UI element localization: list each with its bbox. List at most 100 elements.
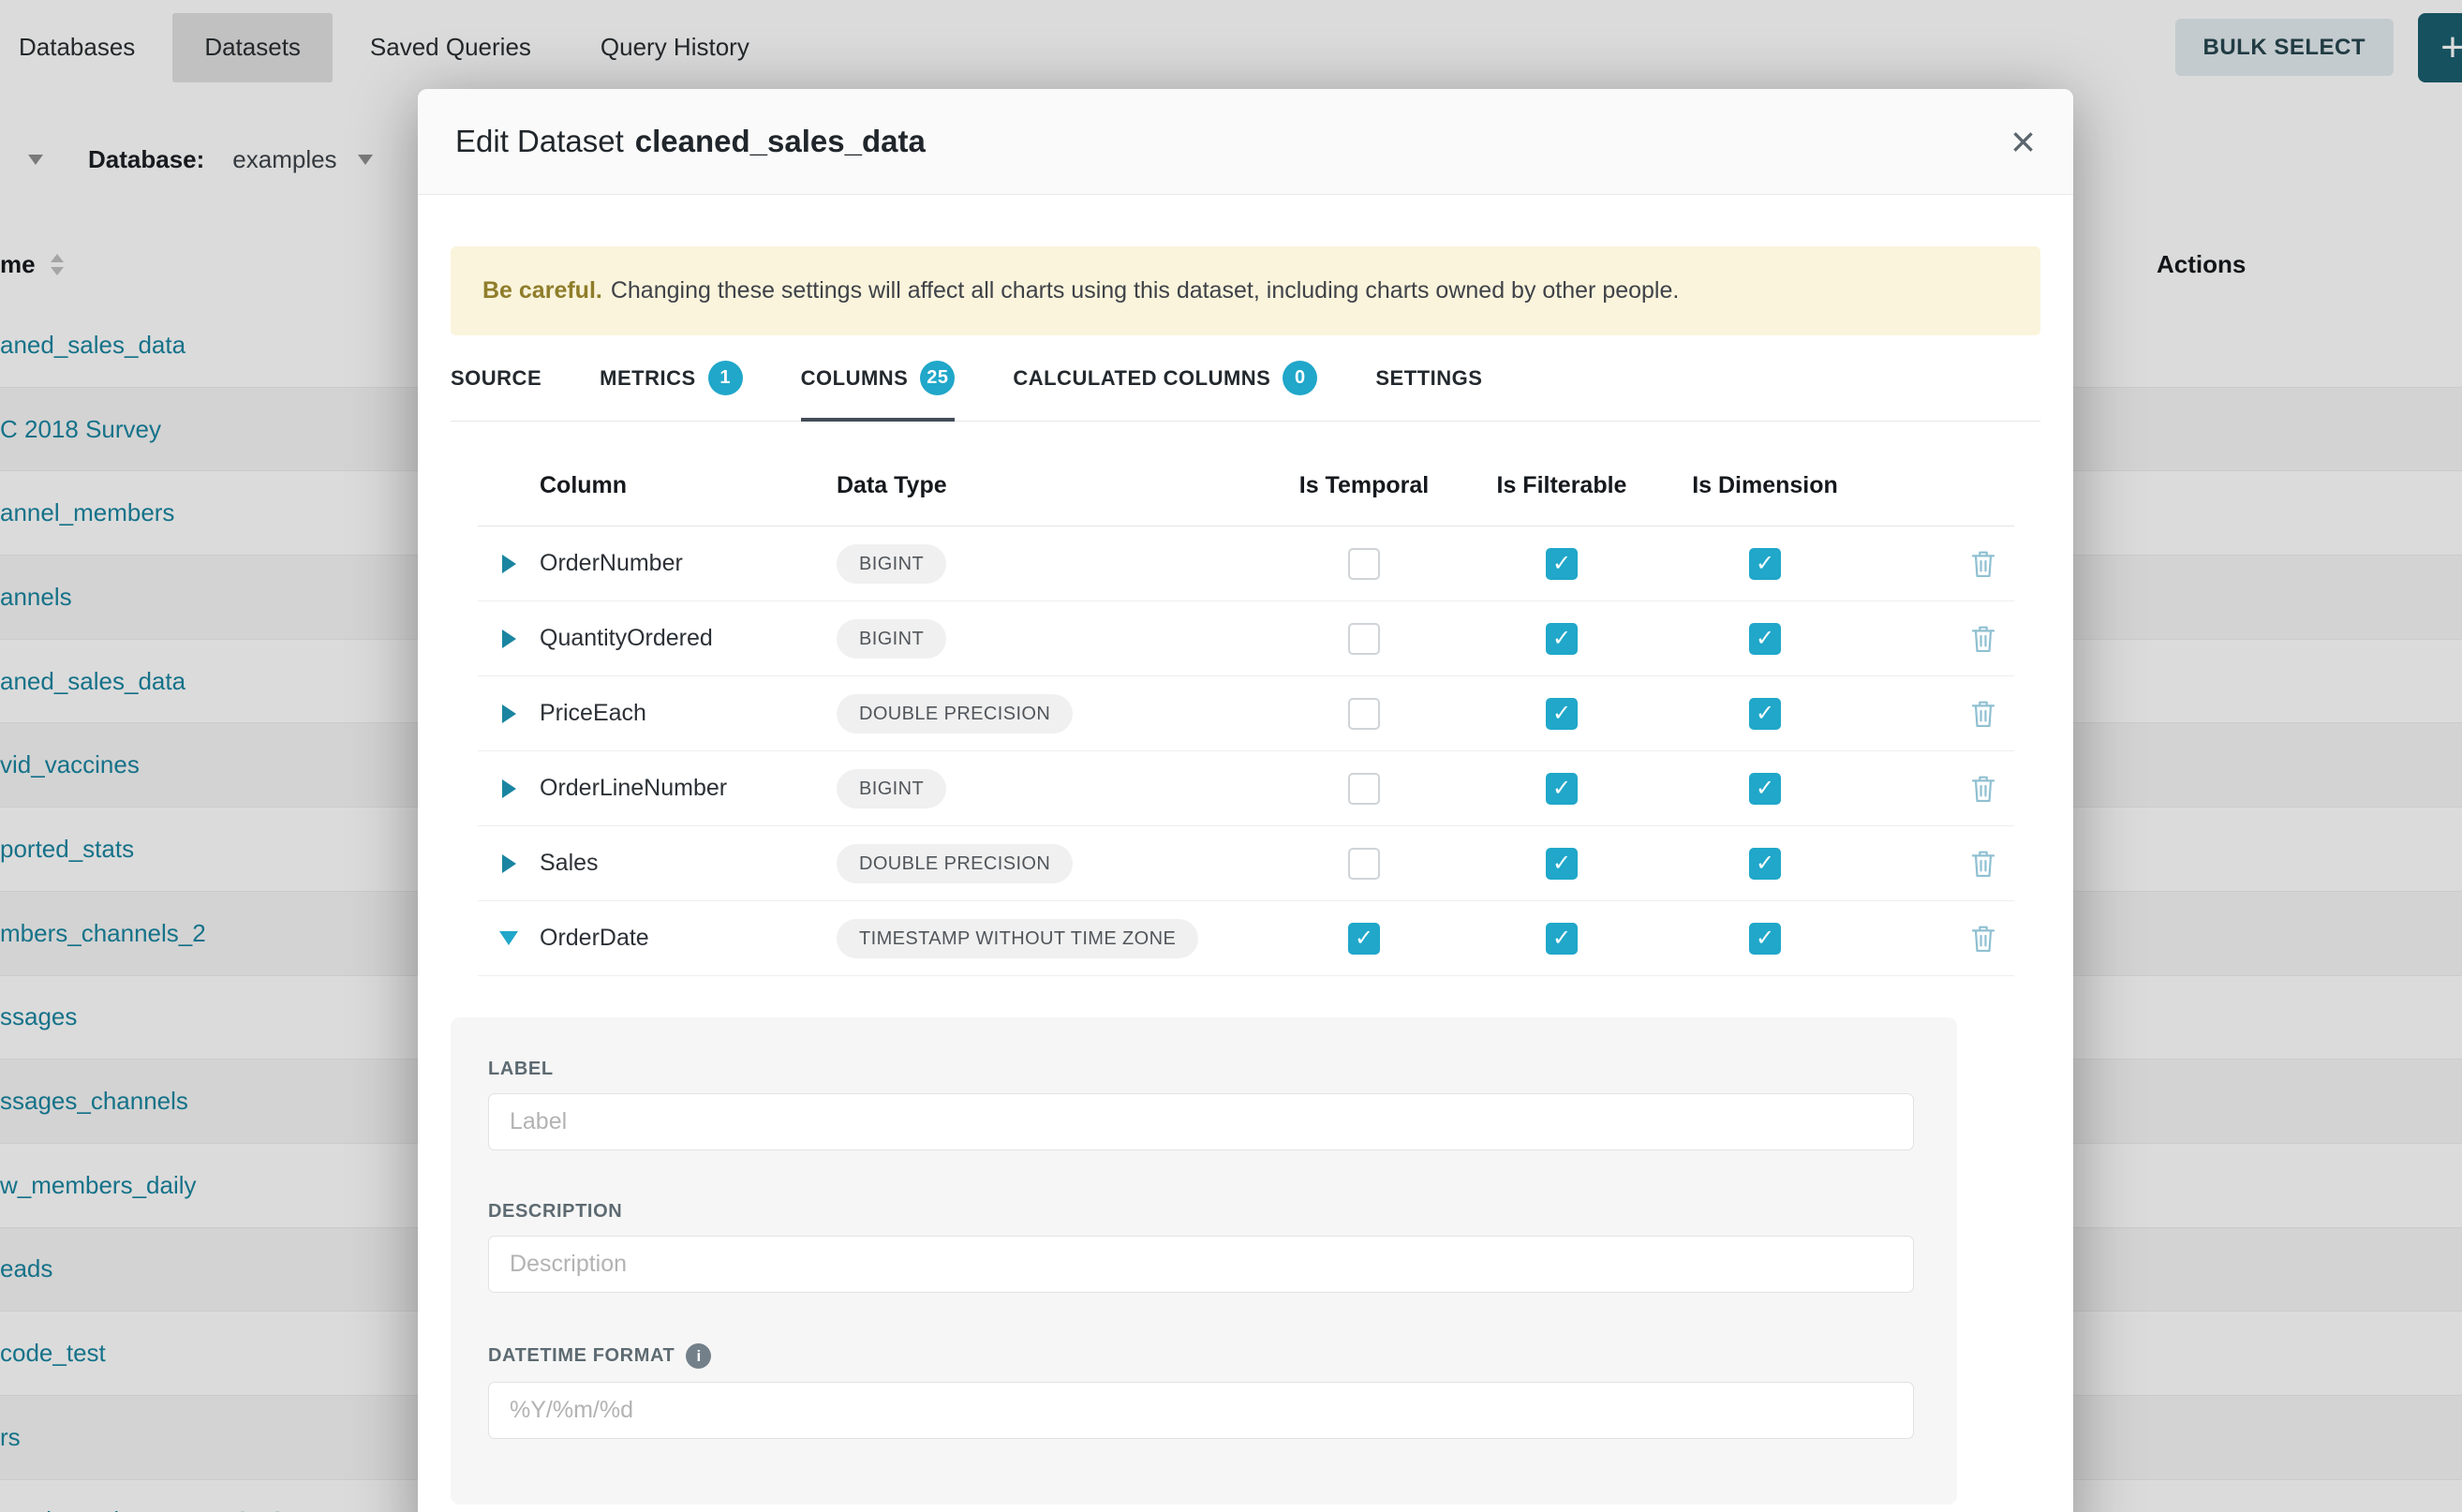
column-name: Sales (540, 850, 599, 876)
checkbox-cell (1663, 848, 1867, 880)
trash-icon[interactable] (1969, 624, 1997, 654)
warning-banner: Be careful. Changing these settings will… (451, 246, 2040, 335)
description-field-label: DESCRIPTION (488, 1201, 1914, 1223)
column-header-is-temporal: Is Temporal (1268, 472, 1461, 499)
checkbox-cell (1268, 623, 1461, 655)
tab-metrics[interactable]: METRICS1 (600, 335, 743, 421)
column-name: OrderNumber (540, 550, 683, 576)
caret-cell (478, 854, 540, 873)
is-filterable-checkbox[interactable] (1546, 623, 1578, 655)
checkbox-cell (1268, 848, 1461, 880)
caret-cell (478, 555, 540, 573)
warning-bold-text: Be careful. (482, 277, 602, 304)
delete-cell (1867, 624, 2014, 654)
checkbox-cell (1268, 923, 1461, 955)
is-filterable-checkbox[interactable] (1546, 548, 1578, 580)
column-row-OrderLineNumber: OrderLineNumberBIGINT (478, 751, 2014, 826)
column-name: OrderDate (540, 925, 649, 951)
columns-table-head: ColumnData TypeIs TemporalIs FilterableI… (478, 422, 2014, 526)
trash-icon[interactable] (1969, 774, 1997, 804)
tab-source[interactable]: SOURCE (451, 335, 541, 421)
is-filterable-checkbox[interactable] (1546, 698, 1578, 730)
data-type-cell: DOUBLE PRECISION (837, 844, 1268, 883)
trash-icon[interactable] (1969, 549, 1997, 579)
column-row-QuantityOrdered: QuantityOrdered BIGINT (478, 601, 2014, 676)
is-temporal-checkbox[interactable] (1348, 848, 1380, 880)
is-dimension-checkbox[interactable] (1749, 773, 1781, 805)
expand-caret-icon[interactable] (502, 704, 516, 723)
checkbox-cell (1461, 548, 1663, 580)
delete-cell (1867, 924, 2014, 954)
checkbox-cell (1268, 773, 1461, 805)
expand-caret-icon[interactable] (502, 630, 516, 648)
label-field-group: LABEL (488, 1059, 1914, 1150)
tab-settings[interactable]: SETTINGS (1375, 335, 1482, 421)
checkbox-cell (1663, 548, 1867, 580)
description-field-group: DESCRIPTION (488, 1201, 1914, 1293)
is-filterable-checkbox[interactable] (1546, 773, 1578, 805)
modal-title-dataset-name: cleaned_sales_data (635, 124, 926, 159)
data-type-cell: BIGINT (837, 769, 1268, 808)
is-dimension-checkbox[interactable] (1749, 548, 1781, 580)
checkbox-cell (1461, 698, 1663, 730)
delete-cell (1867, 699, 2014, 729)
column-name-cell: OrderNumber (540, 550, 837, 577)
trash-icon[interactable] (1969, 849, 1997, 879)
is-dimension-checkbox[interactable] (1749, 923, 1781, 955)
data-type-pill: BIGINT (837, 769, 946, 808)
column-header-is-dimension: Is Dimension (1663, 472, 1867, 499)
warning-text: Changing these settings will affect all … (611, 277, 1680, 304)
checkbox-cell (1663, 623, 1867, 655)
column-name-cell: OrderLineNumber (540, 775, 837, 802)
is-filterable-checkbox[interactable] (1546, 848, 1578, 880)
checkbox-cell (1461, 923, 1663, 955)
description-input[interactable] (488, 1236, 1914, 1293)
column-name: PriceEach (540, 700, 646, 726)
columns-table-body: OrderNumber BIGINT QuantityOrdered BIGINT Pr… (478, 526, 2014, 976)
info-icon[interactable]: i (686, 1343, 711, 1369)
label-input[interactable] (488, 1093, 1914, 1150)
delete-cell (1867, 849, 2014, 879)
is-temporal-checkbox[interactable] (1348, 773, 1380, 805)
is-dimension-checkbox[interactable] (1749, 623, 1781, 655)
column-name-cell: OrderDate (540, 925, 837, 952)
tab-calculated-columns[interactable]: CALCULATED COLUMNS0 (1013, 335, 1317, 421)
data-type-cell: BIGINT (837, 544, 1268, 584)
tab-count-badge: 1 (708, 361, 743, 395)
is-temporal-checkbox[interactable] (1348, 923, 1380, 955)
close-icon[interactable]: × (2010, 120, 2036, 163)
is-dimension-checkbox[interactable] (1749, 698, 1781, 730)
column-name: QuantityOrdered (540, 625, 713, 651)
expand-caret-icon[interactable] (502, 854, 516, 873)
expand-caret-icon[interactable] (502, 555, 516, 573)
is-temporal-checkbox[interactable] (1348, 698, 1380, 730)
data-type-pill: DOUBLE PRECISION (837, 844, 1073, 883)
trash-icon[interactable] (1969, 924, 1997, 954)
checkbox-cell (1461, 773, 1663, 805)
caret-cell (478, 931, 540, 945)
column-header-is-filterable: Is Filterable (1461, 472, 1663, 499)
caret-cell (478, 779, 540, 798)
datetime-format-field-label: DATETIME FORMAT (488, 1345, 675, 1367)
tab-columns[interactable]: COLUMNS25 (801, 335, 956, 421)
modal-tabs: SOURCE METRICS1 COLUMNS25 CALCULATED COLUMN… (451, 335, 2040, 422)
is-temporal-checkbox[interactable] (1348, 623, 1380, 655)
caret-cell (478, 704, 540, 723)
column-name-cell: PriceEach (540, 700, 837, 727)
datetime-format-input[interactable] (488, 1382, 1914, 1439)
is-temporal-checkbox[interactable] (1348, 548, 1380, 580)
is-dimension-checkbox[interactable] (1749, 848, 1781, 880)
modal-title-prefix: Edit Dataset (455, 124, 624, 159)
screen: DatabasesDatasetsSaved QueriesQuery Hist… (0, 0, 2462, 1512)
is-filterable-checkbox[interactable] (1546, 923, 1578, 955)
collapse-caret-icon[interactable] (499, 931, 518, 945)
checkbox-cell (1663, 698, 1867, 730)
tab-count-badge: 25 (920, 361, 955, 395)
expand-caret-icon[interactable] (502, 779, 516, 798)
trash-icon[interactable] (1969, 699, 1997, 729)
data-type-pill: BIGINT (837, 619, 946, 659)
tab-label: SETTINGS (1375, 366, 1482, 391)
column-detail-panel: LABEL DESCRIPTION DATETIME FORMAT i (451, 1017, 1957, 1505)
data-type-pill: TIMESTAMP WITHOUT TIME ZONE (837, 919, 1198, 958)
data-type-cell: TIMESTAMP WITHOUT TIME ZONE (837, 919, 1268, 958)
